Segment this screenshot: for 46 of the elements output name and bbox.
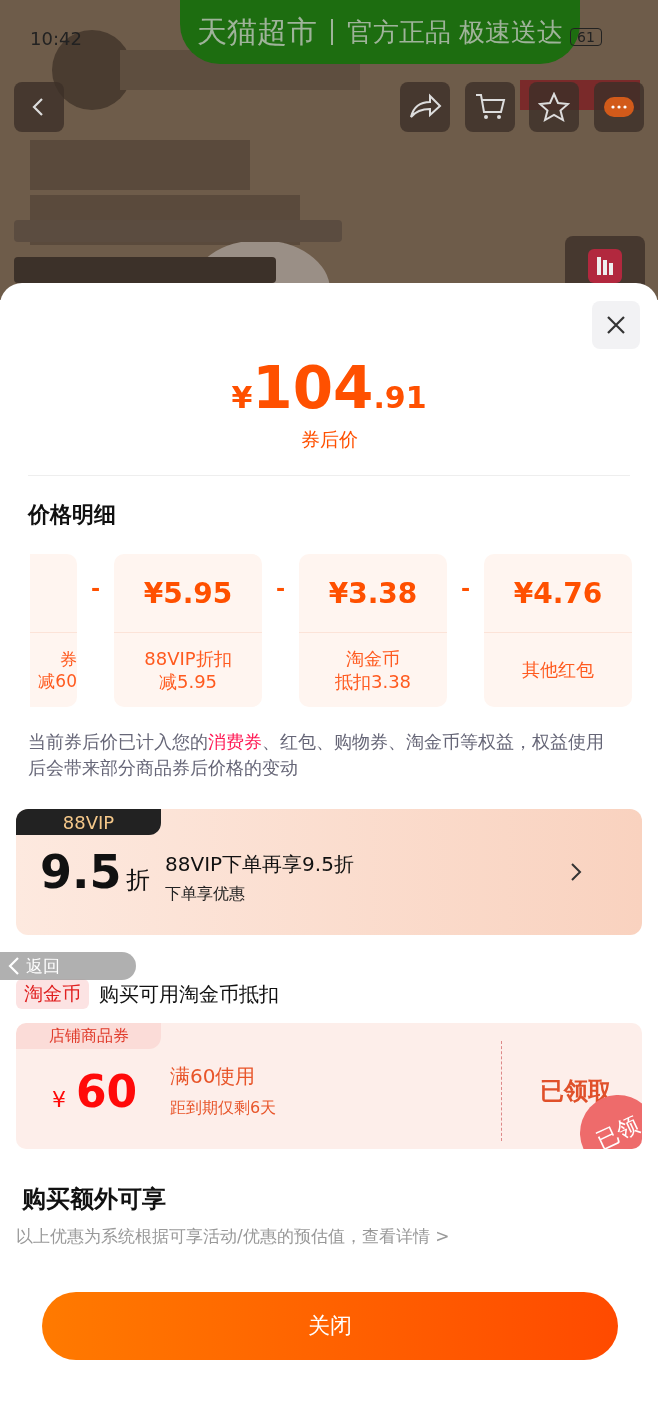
discount-value: 9.5 折 — [40, 845, 151, 900]
price-caption: 券后价 — [300, 427, 358, 452]
star-icon — [538, 92, 570, 122]
close-icon[interactable] — [592, 301, 640, 349]
banner-slogan: 官方正品 极速送达 — [346, 15, 564, 49]
deduction-detail: 减5.95 — [158, 670, 218, 694]
coin-text: 购买可用淘金币抵扣 — [99, 980, 279, 1008]
details-link[interactable]: 以上优惠为系统根据可享活动/优惠的预估值，查看详情 > — [16, 1225, 658, 1249]
chevron-left-icon — [8, 956, 20, 976]
vip-title: 88VIP下单再享9.5折 — [165, 851, 355, 879]
deduction-amount: ¥5.95 — [143, 576, 233, 610]
minus-sign: - — [89, 575, 102, 601]
deduction-amount: ¥3.38 — [328, 576, 418, 610]
favorite-button[interactable] — [529, 82, 579, 132]
coupon-amount: ¥ 60 — [52, 1065, 139, 1117]
more-button[interactable] — [594, 82, 644, 132]
minus-sign: - — [459, 575, 472, 601]
section-title: 购买额外可享 — [22, 1184, 167, 1216]
chevron-icon — [570, 862, 582, 883]
vip-tag: 88VIP — [16, 809, 161, 836]
deduction-label: 淘金币 — [346, 646, 400, 670]
coupon-tag: 店铺商品券 — [16, 1023, 161, 1050]
bar-chart-icon — [588, 249, 622, 283]
final-price: ¥104.91 — [231, 359, 427, 417]
battery-icon: 61 — [570, 28, 602, 46]
more-icon — [604, 97, 634, 117]
deduction-label: 88VIP折扣 — [144, 646, 232, 670]
deduction-label: 其他红包 — [522, 658, 594, 682]
deduction-amount: ¥4.76 — [513, 576, 603, 610]
close-button[interactable]: 关闭 — [42, 1292, 618, 1361]
cart-icon — [474, 92, 506, 122]
section-title: 价格明细 — [28, 501, 117, 529]
deduction-detail: 减60 — [38, 670, 77, 693]
banner-title: 天猫超市 — [196, 12, 317, 51]
deduction-detail: 抵扣3.38 — [334, 670, 412, 694]
back-gesture-button[interactable]: 返回 — [0, 952, 136, 980]
coupon-condition: 满60使用 — [170, 1063, 257, 1091]
deduction-label: 券 — [60, 647, 77, 670]
coupon-expiry: 距到期仅剩6天 — [170, 1098, 278, 1120]
share-button[interactable] — [400, 82, 450, 132]
price-note: 当前券后价已计入您的消费券、红包、购物券、淘金币等权益，权益使用后会带来部分商品券后价格的变动 — [28, 730, 605, 781]
coin-tag: 淘金币 — [16, 979, 89, 1010]
status-time: 10:42 — [30, 28, 82, 49]
cart-button[interactable] — [465, 82, 515, 132]
minus-sign: - — [274, 575, 287, 601]
vip-subtitle: 下单享优惠 — [165, 884, 246, 906]
